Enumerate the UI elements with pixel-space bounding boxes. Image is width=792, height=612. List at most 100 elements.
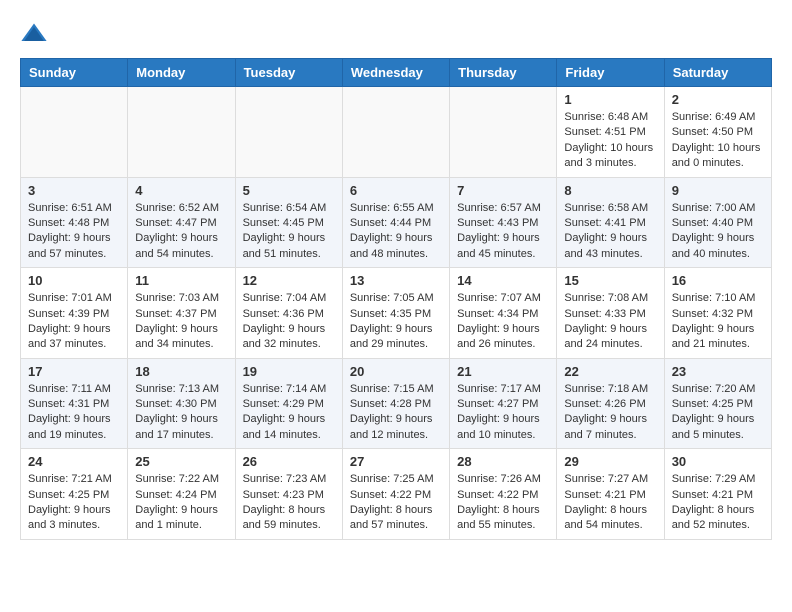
- day-number: 12: [243, 273, 335, 288]
- calendar-week-row: 10Sunrise: 7:01 AM Sunset: 4:39 PM Dayli…: [21, 268, 772, 359]
- calendar-cell: 2 Sunrise: 6:49 AM Sunset: 4:50 PM Daylig…: [664, 87, 771, 178]
- day-info: Sunrise: 7:20 AM Sunset: 4:25 PM Dayligh…: [672, 382, 764, 444]
- day-number: 30: [672, 454, 764, 469]
- day-info: Sunrise: 7:07 AM Sunset: 4:34 PM Dayligh…: [457, 291, 549, 353]
- day-info: Sunrise: 7:17 AM Sunset: 4:27 PM Dayligh…: [457, 382, 549, 444]
- page-header: [20, 20, 772, 48]
- calendar-cell: 5 Sunrise: 6:54 AM Sunset: 4:45 PM Daylig…: [235, 177, 342, 268]
- calendar-cell: 24 Sunrise: 7:21 AM Sunset: 4:25 PM Dayli…: [21, 449, 128, 540]
- weekday-header: Friday: [557, 59, 664, 87]
- day-info: Sunrise: 6:57 AM Sunset: 4:43 PM Dayligh…: [457, 201, 549, 263]
- calendar-cell: 11 Sunrise: 7:03 AM Sunset: 4:37 PM Dayli…: [128, 268, 235, 359]
- day-info: Sunrise: 7:03 AM Sunset: 4:37 PM Dayligh…: [135, 291, 227, 353]
- day-number: 5: [243, 183, 335, 198]
- calendar-cell: 28 Sunrise: 7:26 AM Sunset: 4:22 PM Dayli…: [450, 449, 557, 540]
- day-info: Sunrise: 7:26 AM Sunset: 4:22 PM Dayligh…: [457, 472, 549, 534]
- calendar-cell: [450, 87, 557, 178]
- calendar-cell: 22Sunrise: 7:18 AM Sunset: 4:26 PM Dayli…: [557, 358, 664, 449]
- day-info: Sunrise: 7:21 AM Sunset: 4:25 PM Dayligh…: [28, 472, 120, 534]
- calendar-cell: [235, 87, 342, 178]
- day-number: 16: [672, 273, 764, 288]
- day-number: 20: [350, 364, 442, 379]
- calendar-week-row: 1Sunrise: 6:48 AM Sunset: 4:51 PM Daylig…: [21, 87, 772, 178]
- day-info: Sunrise: 7:10 AM Sunset: 4:32 PM Dayligh…: [672, 291, 764, 353]
- day-number: 17: [28, 364, 120, 379]
- day-number: 11: [135, 273, 227, 288]
- day-info: Sunrise: 6:52 AM Sunset: 4:47 PM Dayligh…: [135, 201, 227, 263]
- calendar-cell: 19 Sunrise: 7:14 AM Sunset: 4:29 PM Dayli…: [235, 358, 342, 449]
- calendar-week-row: 3 Sunrise: 6:51 AM Sunset: 4:48 PM Daylig…: [21, 177, 772, 268]
- weekday-header: Saturday: [664, 59, 771, 87]
- calendar-cell: 16 Sunrise: 7:10 AM Sunset: 4:32 PM Dayli…: [664, 268, 771, 359]
- day-number: 19: [243, 364, 335, 379]
- calendar-cell: 12 Sunrise: 7:04 AM Sunset: 4:36 PM Dayli…: [235, 268, 342, 359]
- day-number: 7: [457, 183, 549, 198]
- logo-icon: [20, 20, 48, 48]
- calendar-week-row: 24 Sunrise: 7:21 AM Sunset: 4:25 PM Dayli…: [21, 449, 772, 540]
- calendar-cell: 25Sunrise: 7:22 AM Sunset: 4:24 PM Dayli…: [128, 449, 235, 540]
- day-info: Sunrise: 7:23 AM Sunset: 4:23 PM Dayligh…: [243, 472, 335, 534]
- day-info: Sunrise: 6:55 AM Sunset: 4:44 PM Dayligh…: [350, 201, 442, 263]
- weekday-header: Tuesday: [235, 59, 342, 87]
- calendar-cell: 4 Sunrise: 6:52 AM Sunset: 4:47 PM Daylig…: [128, 177, 235, 268]
- day-number: 14: [457, 273, 549, 288]
- day-info: Sunrise: 6:51 AM Sunset: 4:48 PM Dayligh…: [28, 201, 120, 263]
- calendar-cell: 10Sunrise: 7:01 AM Sunset: 4:39 PM Dayli…: [21, 268, 128, 359]
- weekday-header: Monday: [128, 59, 235, 87]
- calendar-cell: 9 Sunrise: 7:00 AM Sunset: 4:40 PM Daylig…: [664, 177, 771, 268]
- day-number: 8: [564, 183, 656, 198]
- calendar-cell: 13 Sunrise: 7:05 AM Sunset: 4:35 PM Dayli…: [342, 268, 449, 359]
- day-number: 9: [672, 183, 764, 198]
- day-number: 29: [564, 454, 656, 469]
- day-number: 23: [672, 364, 764, 379]
- day-number: 24: [28, 454, 120, 469]
- calendar-cell: 20 Sunrise: 7:15 AM Sunset: 4:28 PM Dayli…: [342, 358, 449, 449]
- calendar-cell: 27Sunrise: 7:25 AM Sunset: 4:22 PM Dayli…: [342, 449, 449, 540]
- day-number: 2: [672, 92, 764, 107]
- logo: [20, 20, 52, 48]
- day-info: Sunrise: 7:01 AM Sunset: 4:39 PM Dayligh…: [28, 291, 120, 353]
- day-info: Sunrise: 7:13 AM Sunset: 4:30 PM Dayligh…: [135, 382, 227, 444]
- calendar-cell: 17 Sunrise: 7:11 AM Sunset: 4:31 PM Dayli…: [21, 358, 128, 449]
- calendar-cell: 18Sunrise: 7:13 AM Sunset: 4:30 PM Dayli…: [128, 358, 235, 449]
- calendar-cell: 6 Sunrise: 6:55 AM Sunset: 4:44 PM Daylig…: [342, 177, 449, 268]
- calendar-cell: 30 Sunrise: 7:29 AM Sunset: 4:21 PM Dayli…: [664, 449, 771, 540]
- day-info: Sunrise: 6:54 AM Sunset: 4:45 PM Dayligh…: [243, 201, 335, 263]
- calendar-cell: 21Sunrise: 7:17 AM Sunset: 4:27 PM Dayli…: [450, 358, 557, 449]
- day-number: 4: [135, 183, 227, 198]
- day-number: 22: [564, 364, 656, 379]
- weekday-header: Thursday: [450, 59, 557, 87]
- day-info: Sunrise: 7:25 AM Sunset: 4:22 PM Dayligh…: [350, 472, 442, 534]
- day-info: Sunrise: 6:49 AM Sunset: 4:50 PM Dayligh…: [672, 110, 764, 172]
- calendar-cell: 1Sunrise: 6:48 AM Sunset: 4:51 PM Daylig…: [557, 87, 664, 178]
- day-number: 15: [564, 273, 656, 288]
- day-number: 3: [28, 183, 120, 198]
- day-info: Sunrise: 7:27 AM Sunset: 4:21 PM Dayligh…: [564, 472, 656, 534]
- day-info: Sunrise: 7:14 AM Sunset: 4:29 PM Dayligh…: [243, 382, 335, 444]
- calendar-cell: 26Sunrise: 7:23 AM Sunset: 4:23 PM Dayli…: [235, 449, 342, 540]
- calendar-table: SundayMondayTuesdayWednesdayThursdayFrid…: [20, 58, 772, 540]
- calendar-cell: [21, 87, 128, 178]
- weekday-header: Wednesday: [342, 59, 449, 87]
- calendar-cell: 3 Sunrise: 6:51 AM Sunset: 4:48 PM Daylig…: [21, 177, 128, 268]
- calendar-cell: [128, 87, 235, 178]
- day-info: Sunrise: 6:58 AM Sunset: 4:41 PM Dayligh…: [564, 201, 656, 263]
- day-info: Sunrise: 7:08 AM Sunset: 4:33 PM Dayligh…: [564, 291, 656, 353]
- calendar-cell: 7 Sunrise: 6:57 AM Sunset: 4:43 PM Daylig…: [450, 177, 557, 268]
- day-info: Sunrise: 7:04 AM Sunset: 4:36 PM Dayligh…: [243, 291, 335, 353]
- weekday-header: Sunday: [21, 59, 128, 87]
- day-info: Sunrise: 7:00 AM Sunset: 4:40 PM Dayligh…: [672, 201, 764, 263]
- day-number: 1: [564, 92, 656, 107]
- day-number: 13: [350, 273, 442, 288]
- day-info: Sunrise: 7:15 AM Sunset: 4:28 PM Dayligh…: [350, 382, 442, 444]
- day-number: 28: [457, 454, 549, 469]
- day-number: 6: [350, 183, 442, 198]
- calendar-header-row: SundayMondayTuesdayWednesdayThursdayFrid…: [21, 59, 772, 87]
- calendar-cell: 8 Sunrise: 6:58 AM Sunset: 4:41 PM Daylig…: [557, 177, 664, 268]
- calendar-cell: [342, 87, 449, 178]
- day-info: Sunrise: 7:29 AM Sunset: 4:21 PM Dayligh…: [672, 472, 764, 534]
- day-number: 25: [135, 454, 227, 469]
- day-info: Sunrise: 7:05 AM Sunset: 4:35 PM Dayligh…: [350, 291, 442, 353]
- day-info: Sunrise: 7:11 AM Sunset: 4:31 PM Dayligh…: [28, 382, 120, 444]
- calendar-week-row: 17 Sunrise: 7:11 AM Sunset: 4:31 PM Dayli…: [21, 358, 772, 449]
